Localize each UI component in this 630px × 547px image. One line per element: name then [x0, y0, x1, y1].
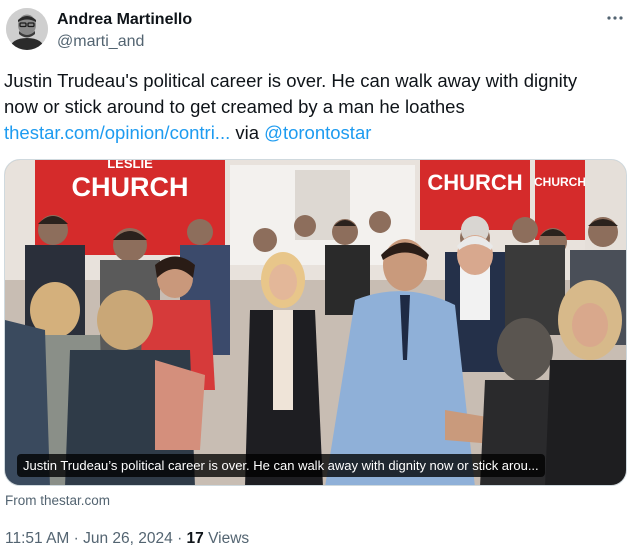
mention-link[interactable]: @torontostar: [264, 122, 371, 143]
sign-right-text: CHURCH: [427, 170, 522, 195]
article-link[interactable]: thestar.com/opinion/contri...: [4, 122, 230, 143]
meta-separator: ·: [172, 530, 187, 547]
card-source[interactable]: From thestar.com: [5, 493, 110, 508]
via-text: via: [230, 122, 265, 143]
views-label: Views: [203, 530, 250, 547]
tweet-text-line-1: Justin Trudeau's political career is ove…: [4, 70, 578, 91]
tweet-text: Justin Trudeau's political career is ove…: [4, 68, 624, 146]
views-count: 17: [186, 530, 204, 547]
meta-separator: ·: [69, 530, 84, 547]
tweet: Andrea Martinello @marti_and Justin Trud…: [0, 0, 630, 547]
tweet-date[interactable]: Jun 26, 2024: [83, 530, 173, 547]
author-handle[interactable]: @marti_and: [57, 32, 144, 51]
tweet-text-line-2: now or stick around to get creamed by a …: [4, 96, 465, 117]
link-card-image[interactable]: LESLIE CHURCH CHURCH CHURCH Justin Trude…: [4, 159, 627, 486]
sign-left-top-text: LESLIE: [107, 160, 153, 171]
tweet-link-line: thestar.com/opinion/contri... via @toron…: [4, 120, 624, 146]
card-caption: Justin Trudeau’s political career is ove…: [17, 454, 545, 477]
sign-left-text: CHURCH: [72, 172, 189, 202]
avatar[interactable]: [6, 8, 48, 50]
sign-right-small-text: CHURCH: [534, 175, 586, 189]
event-photo: LESLIE CHURCH CHURCH CHURCH: [5, 160, 626, 485]
tweet-meta: 11:51 AM · Jun 26, 2024 · 17 Views: [5, 529, 249, 547]
author-name[interactable]: Andrea Martinello: [57, 10, 192, 29]
more-horizontal-icon[interactable]: [604, 8, 626, 28]
tweet-time[interactable]: 11:51 AM: [5, 530, 69, 547]
